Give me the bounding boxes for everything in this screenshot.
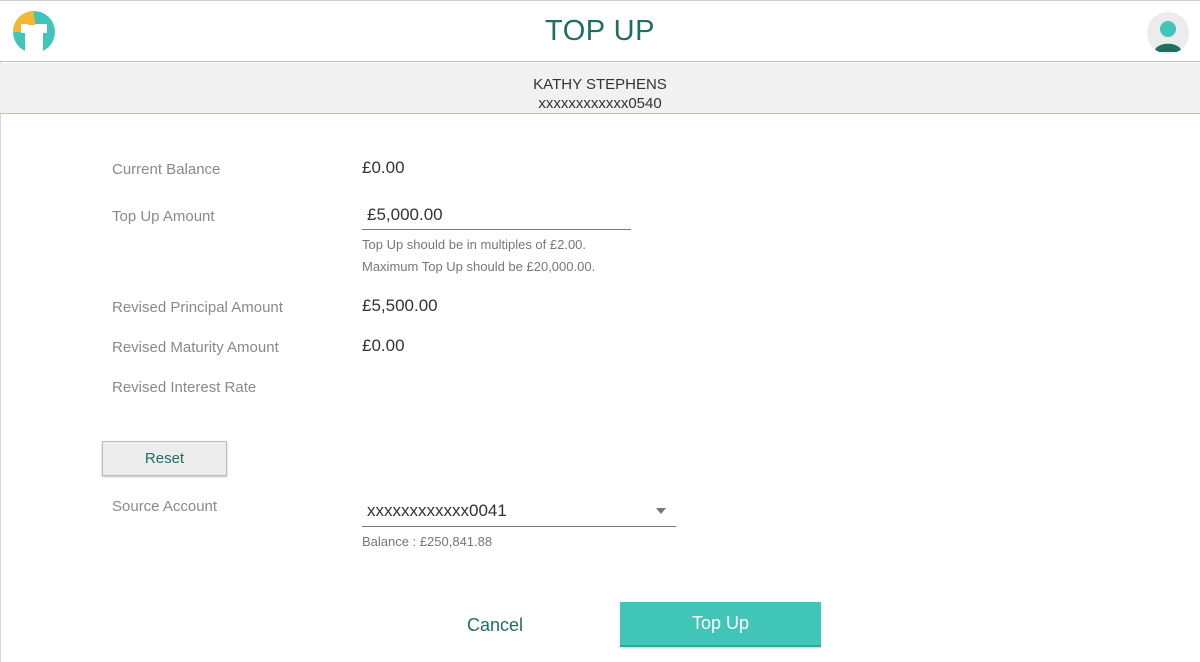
topup-submit-button[interactable]: Top Up — [620, 602, 821, 647]
topup-amount-input[interactable] — [362, 200, 631, 230]
source-account-selected-value: xxxxxxxxxxxx0041 — [367, 501, 507, 520]
revised-principal-value: £5,500.00 — [362, 296, 438, 315]
cancel-button[interactable]: Cancel — [440, 603, 550, 647]
revised-maturity-value: £0.00 — [362, 336, 405, 355]
topup-maximum-hint: Maximum Top Up should be £20,000.00. — [362, 259, 596, 274]
customer-account-number: xxxxxxxxxxxx0540 — [538, 95, 662, 112]
source-account-balance: Balance : £250,841.88 — [362, 534, 493, 549]
revised-principal-label: Revised Principal Amount — [112, 299, 283, 316]
top-bar: TOP UP — [0, 1, 1200, 62]
customer-name: KATHY STEPHENS — [533, 76, 667, 93]
customer-banner: KATHY STEPHENS xxxxxxxxxxxx0540 — [0, 63, 1200, 114]
topup-amount-label: Top Up Amount — [112, 208, 215, 225]
page-title: TOP UP — [545, 15, 655, 47]
source-account-label: Source Account — [112, 498, 218, 515]
user-avatar-icon[interactable] — [1147, 12, 1189, 54]
reset-button[interactable]: Reset — [102, 441, 227, 476]
revised-interest-label: Revised Interest Rate — [112, 379, 257, 396]
topup-multiples-hint: Top Up should be in multiples of £2.00. — [362, 237, 587, 252]
source-account-select[interactable]: xxxxxxxxxxxx0041 — [362, 497, 676, 527]
current-balance-label: Current Balance — [112, 161, 221, 178]
current-balance-value: £0.00 — [362, 158, 405, 177]
revised-maturity-label: Revised Maturity Amount — [112, 339, 279, 356]
chevron-down-icon — [656, 508, 666, 514]
